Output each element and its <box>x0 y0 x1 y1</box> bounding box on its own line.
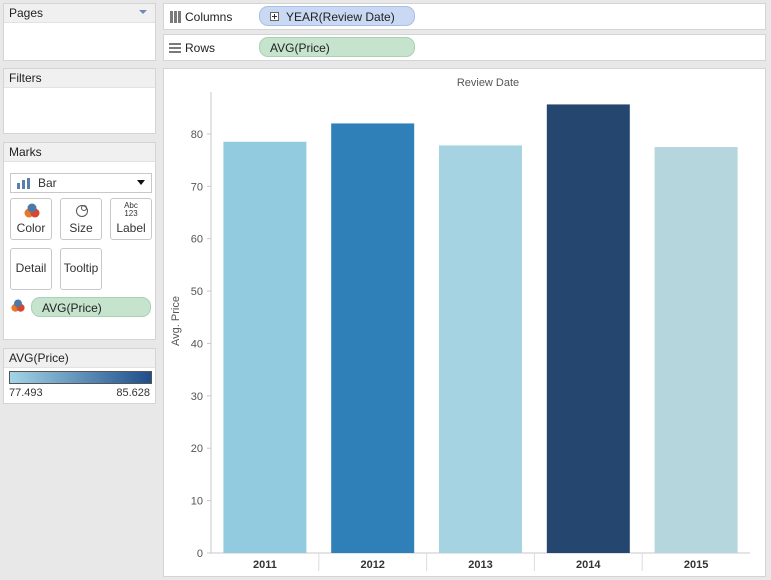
label-icon: Abc 123 <box>111 202 151 218</box>
rows-icon <box>169 43 181 53</box>
bar-2011[interactable] <box>223 141 307 554</box>
chart-panel: Review Date Avg. Price 0 10 20 30 40 50 60 70 80… <box>163 68 766 577</box>
color-button-label: Color <box>16 221 46 235</box>
filters-panel[interactable]: Filters <box>3 68 156 134</box>
bar-chart: Review Date Avg. Price 0 10 20 30 40 50 60 70 80… <box>170 77 750 571</box>
y-tick-label: 50 <box>191 286 203 298</box>
bar-2013[interactable] <box>439 145 522 553</box>
columns-shelf[interactable]: Columns YEAR(Review Date) <box>163 3 766 30</box>
y-tick-label: 10 <box>191 496 203 508</box>
detail-button-label: Detail <box>15 261 47 275</box>
marks-title: Marks <box>4 143 155 162</box>
columns-label: Columns <box>185 10 233 24</box>
tooltip-button[interactable]: Tooltip <box>60 248 102 290</box>
y-tick-label: 70 <box>191 181 203 193</box>
chevron-down-icon[interactable] <box>138 7 148 17</box>
size-button[interactable]: Size <box>60 198 102 240</box>
label-button-label: Label <box>116 221 146 235</box>
columns-field-label: YEAR(Review Date) <box>286 10 395 24</box>
x-tick-label: 2013 <box>468 559 492 571</box>
bar-2012[interactable] <box>331 123 415 553</box>
x-tick-label: 2014 <box>576 559 601 571</box>
bar-2015[interactable] <box>654 147 738 553</box>
x-tick-label: 2012 <box>360 559 384 571</box>
size-icon <box>76 205 88 217</box>
mark-type-label: Bar <box>38 176 57 190</box>
color-icon <box>11 299 25 312</box>
color-icon <box>24 203 40 218</box>
label-icon-bottom: 123 <box>124 209 138 218</box>
y-tick-label: 60 <box>191 234 203 246</box>
mark-type-dropdown[interactable]: Bar <box>10 173 152 193</box>
bar-2014[interactable] <box>546 104 630 554</box>
bar-chart-icon <box>17 178 30 189</box>
color-field-pill[interactable]: AVG(Price) <box>31 297 151 317</box>
color-legend-min: 77.493 <box>9 387 43 399</box>
tooltip-button-label: Tooltip <box>63 261 99 275</box>
rows-shelf[interactable]: Rows AVG(Price) <box>163 34 766 61</box>
y-tick-label: 20 <box>191 443 203 455</box>
columns-icon <box>170 11 181 23</box>
y-tick-label: 40 <box>191 338 203 350</box>
columns-field-pill[interactable]: YEAR(Review Date) <box>259 6 415 26</box>
marks-panel: Marks Bar Color Size Abc 123 Label Detai… <box>3 142 156 340</box>
detail-button[interactable]: Detail <box>10 248 52 290</box>
x-tick-label: 2015 <box>684 559 708 571</box>
y-tick-label: 0 <box>197 548 203 560</box>
pages-panel: Pages <box>3 3 156 61</box>
color-legend-title: AVG(Price) <box>4 349 155 368</box>
filters-title: Filters <box>4 69 155 88</box>
color-legend-max: 85.628 <box>116 387 150 399</box>
color-legend-panel: AVG(Price) 77.493 85.628 <box>3 348 156 404</box>
y-axis-title: Avg. Price <box>170 296 182 346</box>
color-legend-ramp[interactable] <box>9 371 152 384</box>
size-button-label: Size <box>69 221 93 235</box>
y-tick-label: 30 <box>191 391 203 403</box>
x-tick-label: 2011 <box>253 559 277 571</box>
chart-title: Review Date <box>457 77 519 89</box>
rows-label: Rows <box>185 41 216 55</box>
color-button[interactable]: Color <box>10 198 52 240</box>
expand-icon[interactable] <box>270 12 279 21</box>
pages-title: Pages <box>4 4 155 23</box>
rows-field-pill[interactable]: AVG(Price) <box>259 37 415 57</box>
chevron-down-icon <box>137 180 145 185</box>
label-button[interactable]: Abc 123 Label <box>110 198 152 240</box>
y-tick-label: 80 <box>191 129 203 141</box>
